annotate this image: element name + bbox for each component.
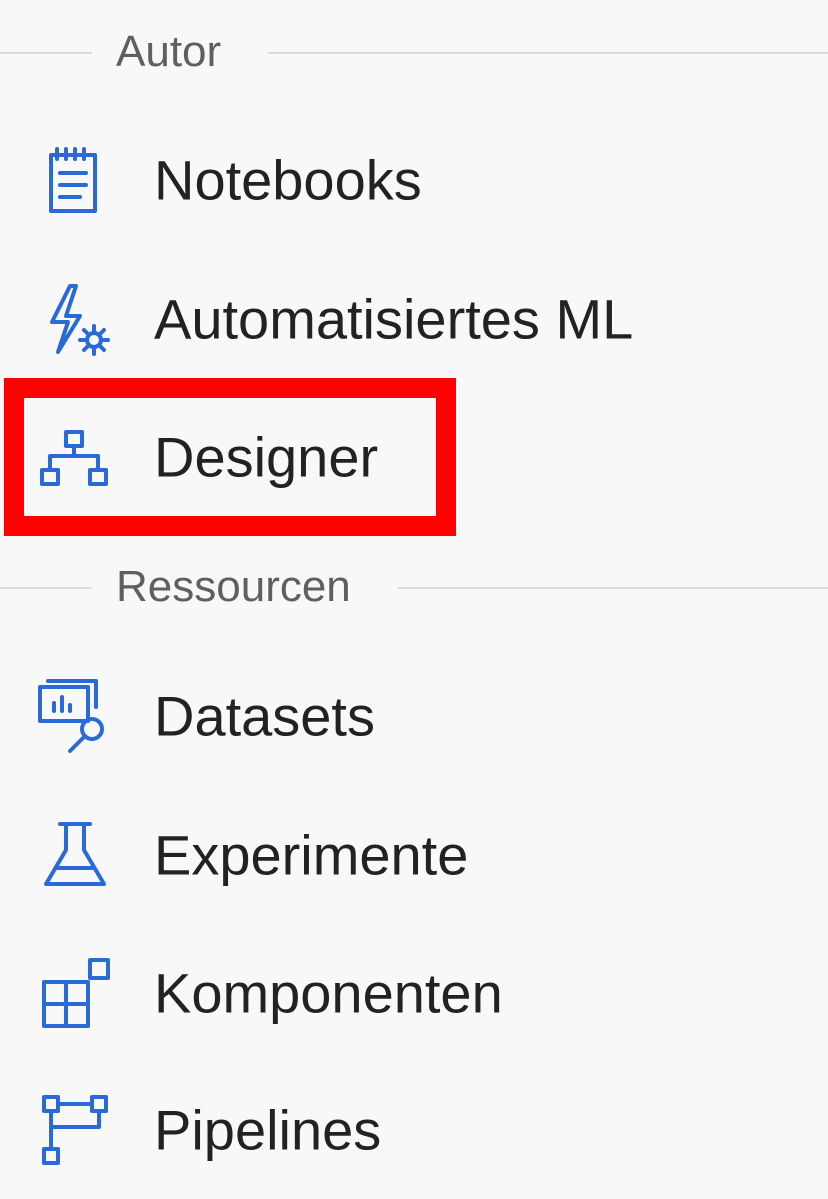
section-header-autor: Autor xyxy=(0,22,828,82)
pipeline-icon xyxy=(36,1091,114,1169)
divider xyxy=(0,52,92,54)
section-label: Ressourcen xyxy=(116,562,351,611)
nav-item-label: Komponenten xyxy=(154,961,503,1025)
components-icon xyxy=(36,954,114,1032)
divider xyxy=(268,52,828,54)
hierarchy-icon xyxy=(36,418,114,496)
nav-item-notebooks[interactable]: Notebooks xyxy=(0,125,828,235)
nav-item-label: Automatisiertes ML xyxy=(154,287,634,351)
dataset-search-icon xyxy=(36,677,114,755)
nav-item-label: Designer xyxy=(154,425,379,489)
nav-item-pipelines[interactable]: Pipelines xyxy=(0,1075,828,1185)
nav-item-designer[interactable]: Designer xyxy=(0,402,828,512)
notebook-icon xyxy=(36,141,114,219)
nav-item-label: Pipelines xyxy=(154,1098,382,1162)
lightning-gear-icon xyxy=(36,280,114,358)
nav-item-label: Datasets xyxy=(154,684,375,748)
divider xyxy=(0,587,92,589)
nav-item-components[interactable]: Komponenten xyxy=(0,938,828,1048)
nav-item-automated-ml[interactable]: Automatisiertes ML xyxy=(0,264,828,374)
section-header-ressourcen: Ressourcen xyxy=(0,557,828,617)
nav-item-experiments[interactable]: Experimente xyxy=(0,800,828,910)
nav-item-label: Experimente xyxy=(154,823,469,887)
divider xyxy=(398,587,828,589)
nav-item-label: Notebooks xyxy=(154,148,422,212)
nav-item-datasets[interactable]: Datasets xyxy=(0,661,828,771)
section-label: Autor xyxy=(116,27,222,76)
flask-icon xyxy=(36,816,114,894)
